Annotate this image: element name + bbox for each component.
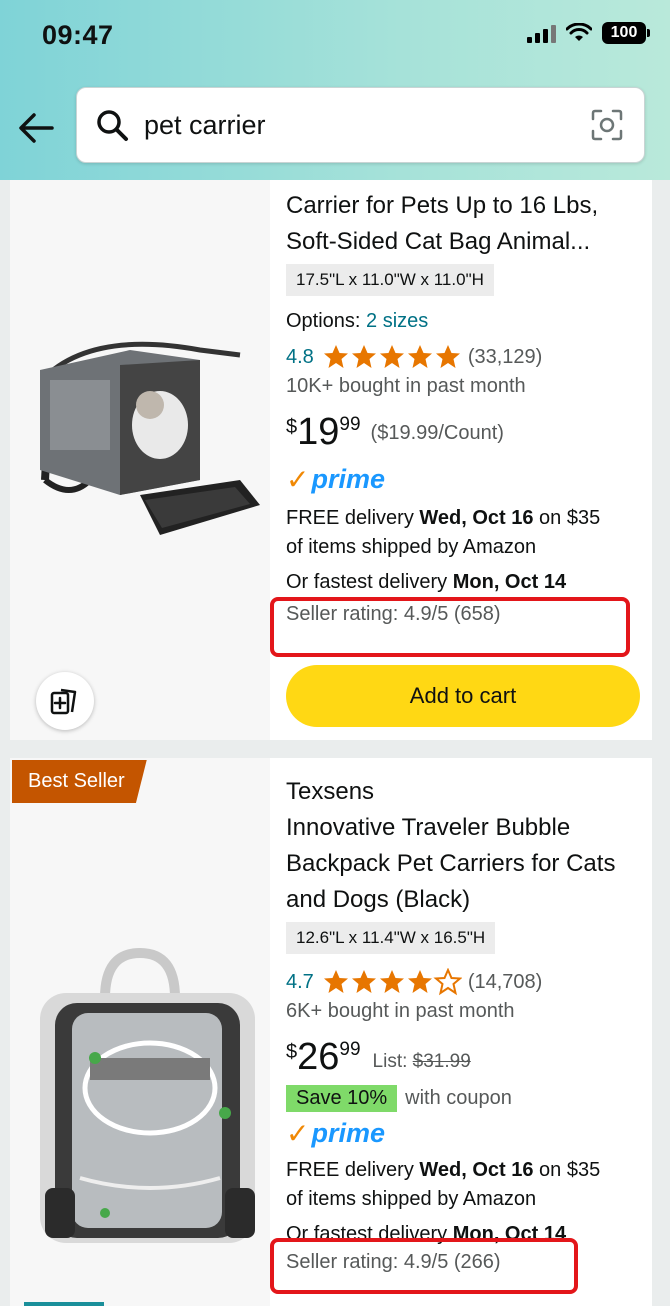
rating-row[interactable]: 4.8 (33,129) [286, 343, 642, 371]
title-line: and Dogs (Black) [286, 886, 471, 913]
header: 09:47 100 pet carrier [0, 0, 670, 180]
status-icons: 100 [527, 22, 650, 44]
delivery-date: Wed, Oct 16 [419, 1159, 534, 1181]
coupon-text: with coupon [405, 1087, 512, 1109]
rating-row[interactable]: 4.7 (14,708) [286, 968, 642, 996]
prime-label: prime [311, 463, 385, 494]
coupon-badge: Save 10% [286, 1085, 398, 1112]
dimensions-label: 17.5"L x 11.0"W x 11.0"H [286, 264, 494, 296]
seller-rating-highlight [270, 1238, 578, 1294]
star-rating [322, 343, 462, 371]
dimensions-label: 12.6"L x 11.4"W x 16.5"H [286, 922, 496, 954]
fastest-delivery: Or fastest delivery Mon, Oct 14 [286, 568, 642, 597]
delivery-prefix: FREE delivery [286, 1159, 420, 1181]
price-fraction: 99 [339, 1039, 361, 1060]
options-link[interactable]: 2 sizes [366, 310, 428, 332]
prime-badge: ✓ prime [286, 1116, 642, 1150]
prime-badge: ✓ prime [286, 462, 642, 496]
best-seller-badge: Best Seller [12, 760, 147, 803]
stars-icon [323, 345, 460, 368]
price-row: $ 19 99 ($19.99/Count) [286, 412, 642, 452]
product-title[interactable]: Innovative Traveler Bubble Backpack Pet … [286, 810, 642, 918]
prime-check-icon: ✓ [286, 1117, 310, 1149]
search-icon [97, 110, 128, 141]
compare-cards-icon [50, 688, 77, 715]
rating-count: (14,708) [467, 970, 543, 993]
price-symbol: $ [286, 416, 298, 438]
list-price-value: $31.99 [412, 1051, 471, 1072]
search-input[interactable]: pet carrier [76, 87, 645, 163]
delivery-line2: of items shipped by Amazon [286, 1188, 537, 1210]
compare-button[interactable] [36, 672, 94, 730]
wifi-icon [566, 23, 592, 41]
delivery-line2: of items shipped by Amazon [286, 536, 537, 558]
price-whole: 19 [297, 411, 340, 453]
title-line: Soft-Sided Cat Bag Animal... [286, 228, 591, 255]
product-image[interactable] [10, 180, 270, 740]
title-line: Innovative Traveler Bubble [286, 814, 571, 841]
back-arrow-icon[interactable] [16, 108, 56, 148]
list-label: List: [372, 1051, 413, 1072]
rating-value: 4.7 [286, 970, 314, 993]
camera-search-icon[interactable] [590, 108, 624, 142]
product-image[interactable] [10, 758, 270, 1306]
list-price: List: $31.99 [373, 1051, 471, 1073]
prime-label: prime [311, 1117, 385, 1148]
cat-carrier-image [10, 180, 270, 740]
title-line: Carrier for Pets Up to 16 Lbs, [286, 192, 599, 219]
price-fraction: 99 [339, 414, 361, 435]
stars-icon [323, 969, 461, 994]
page: 09:47 100 pet carrier Carrier for Pets U… [0, 0, 670, 1306]
add-to-cart-button[interactable]: Add to cart [286, 665, 640, 727]
delivery-suffix: on $35 [533, 1159, 601, 1181]
product-info: Carrier for Pets Up to 16 Lbs, Soft-Side… [286, 180, 642, 626]
delivery-info: FREE delivery Wed, Oct 16 on $35 of item… [286, 504, 642, 562]
options-row: Options: 2 sizes [286, 310, 642, 333]
product-brand: Texsens [286, 778, 375, 805]
options-label: Options: [286, 310, 361, 332]
rating-count: (33,129) [467, 345, 543, 368]
bought-count: 6K+ bought in past month [286, 1000, 515, 1022]
product-title[interactable]: Carrier for Pets Up to 16 Lbs, Soft-Side… [286, 188, 642, 260]
delivery-info: FREE delivery Wed, Oct 16 on $35 of item… [286, 1156, 642, 1214]
product-card[interactable]: Texsens Innovative Traveler Bubble Backp… [10, 758, 652, 1306]
search-query: pet carrier [144, 110, 266, 140]
price-row: $ 26 99 List: $31.99 [286, 1037, 642, 1077]
delivery-suffix: on $35 [533, 507, 601, 529]
delivery-prefix: FREE delivery [286, 507, 420, 529]
title-line: Backpack Pet Carriers for Cats [286, 850, 616, 877]
coupon-row[interactable]: Save 10% with coupon [286, 1085, 642, 1112]
star-rating [322, 968, 462, 996]
bought-count: 10K+ bought in past month [286, 375, 526, 397]
product-info: Texsens Innovative Traveler Bubble Backp… [286, 758, 642, 1274]
price-whole: 26 [297, 1036, 340, 1078]
price-symbol: $ [286, 1041, 298, 1063]
prime-check-icon: ✓ [286, 463, 310, 495]
delivery-date: Wed, Oct 16 [419, 507, 534, 529]
fastest-prefix: Or fastest delivery [286, 571, 453, 593]
cellular-signal-icon [527, 23, 556, 43]
unit-price: ($19.99/Count) [370, 422, 504, 444]
battery-icon: 100 [602, 22, 650, 44]
backpack-carrier-image [10, 758, 270, 1306]
seller-rating-highlight [270, 597, 630, 657]
fastest-date: Mon, Oct 14 [452, 571, 567, 593]
status-time: 09:47 [42, 20, 114, 50]
scroll-indicator [24, 1302, 104, 1306]
rating-value: 4.8 [286, 345, 314, 368]
